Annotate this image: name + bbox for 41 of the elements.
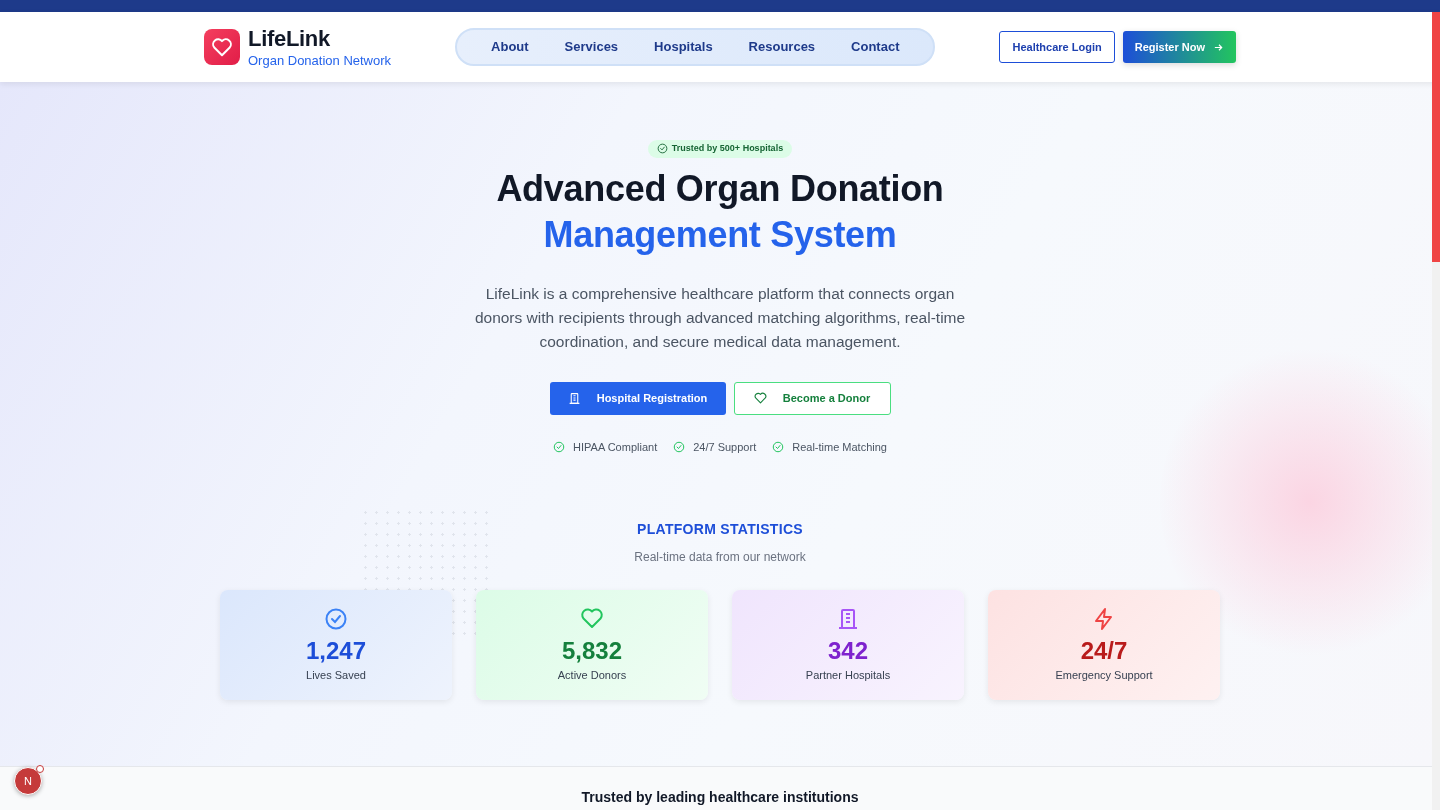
building-icon <box>567 391 581 405</box>
trust-badge: Trusted by 500+ Hospitals <box>647 140 793 158</box>
building-icon <box>836 606 860 631</box>
section-heading: PLATFORM STATISTICS <box>637 520 803 539</box>
stat-value: 5,832 <box>561 638 623 663</box>
hero-title: Management System <box>543 212 897 257</box>
heart-icon <box>580 606 604 631</box>
feature-label: 24/7 Support <box>693 439 757 455</box>
nav-link[interactable]: Contact <box>833 37 918 57</box>
stat-label: Emergency Support <box>1055 667 1153 683</box>
hospital-registration-button[interactable]: Hospital Registration <box>549 381 726 415</box>
section-subheading: Real-time data from our network <box>634 549 806 566</box>
check-circle-icon <box>324 606 348 631</box>
nav-link[interactable]: Hospitals <box>636 37 731 57</box>
check-circle-icon <box>772 440 785 453</box>
heart-icon <box>753 391 767 405</box>
brand-tagline: Organ Donation Network <box>248 53 392 67</box>
stat-value: 342 <box>827 638 868 663</box>
stat-value: 24/7 <box>1080 638 1128 663</box>
check-circle-icon <box>553 440 566 453</box>
stat-label: Lives Saved <box>306 667 366 683</box>
scrollbar-thumb[interactable] <box>1432 12 1440 262</box>
feature-label: HIPAA Compliant <box>573 439 658 455</box>
check-circle-icon <box>656 143 668 155</box>
logo-icon <box>204 29 240 65</box>
section-title: Trusted by leading healthcare institutions <box>580 789 860 806</box>
register-button[interactable]: Register Now <box>1122 30 1236 64</box>
brand-name: LifeLink <box>248 27 331 50</box>
stat-label: Partner Hospitals <box>805 667 891 683</box>
feature-label: Real-time Matching <box>792 439 887 455</box>
become-donor-button[interactable]: Become a Donor <box>733 381 891 415</box>
check-circle-icon <box>673 440 686 453</box>
stat-value: 1,247 <box>305 638 367 663</box>
nav-link[interactable]: About <box>473 37 547 57</box>
stat-label: Active Donors <box>557 667 627 683</box>
login-button[interactable]: Healthcare Login <box>999 30 1115 64</box>
nav-link[interactable]: Resources <box>730 37 834 57</box>
nav-link[interactable]: Services <box>546 37 637 57</box>
hero-title: Advanced Organ Donation <box>496 166 944 211</box>
arrow-right-icon <box>1213 41 1224 53</box>
hero-description: LifeLink is a comprehensive healthcare platform that connects organ donors with recipients through advanced matching algorithms, real-time coordination, and secure medical data management. <box>473 283 967 352</box>
